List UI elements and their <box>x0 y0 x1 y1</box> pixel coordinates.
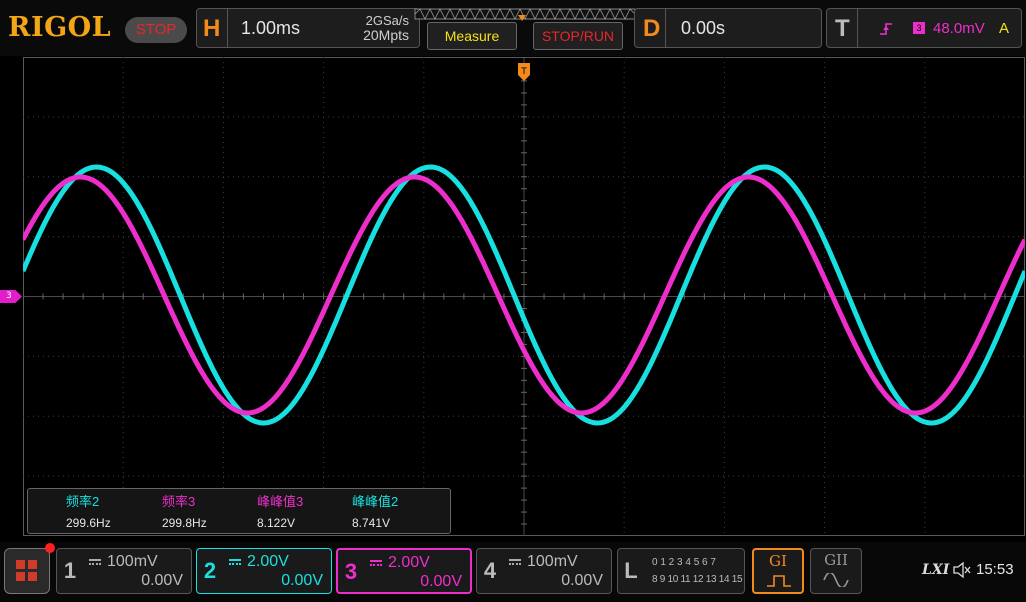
logic-channels-row2: 8 9 10 11 12 13 14 15 <box>652 574 743 585</box>
trigger-source: 3 <box>913 22 925 34</box>
dc-coupling-icon <box>89 559 101 565</box>
lxi-logo: LXI <box>922 562 950 578</box>
measurement-label: 频率3 <box>162 494 196 509</box>
sample-rate: 2GSa/s <box>365 13 409 28</box>
channel2-number: 2 <box>203 558 217 583</box>
horizontal-settings[interactable]: H 1.00ms 2GSa/s 20Mpts <box>196 8 420 48</box>
generator1-label: GI <box>769 552 787 570</box>
measurement-label: 峰峰值3 <box>257 494 304 509</box>
channel2-box[interactable]: 2 2.00V 0.00V <box>196 548 332 594</box>
channel2-offset: 0.00V <box>281 572 323 589</box>
trigger-position-marker[interactable]: T <box>518 63 530 81</box>
dc-coupling-icon <box>509 559 521 565</box>
measurement-item: 峰峰值2 8.741V <box>352 493 447 533</box>
measurement-panel: 频率2 299.6Hz 频率3 299.8Hz 峰峰值3 8.122V 峰峰值2… <box>27 488 451 534</box>
channel3-offset-marker[interactable]: 3 <box>0 290 22 303</box>
logic-letter: L <box>624 558 638 583</box>
channel3-offset: 0.00V <box>420 573 462 590</box>
square-wave-icon <box>767 575 791 587</box>
main-menu-button[interactable] <box>4 543 55 594</box>
waveform-display[interactable] <box>23 57 1025 536</box>
speaker-muted-icon[interactable] <box>953 562 971 578</box>
trigger-level: 48.0mV <box>933 20 985 37</box>
channel4-number: 4 <box>483 558 497 583</box>
trigger-settings[interactable]: T 3 48.0mV A <box>826 8 1022 48</box>
channel4-scale: 100mV <box>527 553 578 570</box>
measure-button[interactable]: Measure <box>427 22 517 50</box>
trigger-mode: A <box>999 20 1010 37</box>
rigol-logo: RIGOL <box>8 12 112 43</box>
timebase-value: 1.00ms <box>241 18 301 38</box>
measurement-item: 峰峰值3 8.122V <box>257 493 352 533</box>
measurement-label: 频率2 <box>66 494 100 509</box>
clock-time: 15:53 <box>976 561 1014 578</box>
notification-dot <box>45 543 55 553</box>
generator2-label: GII <box>824 551 848 569</box>
measurement-value: 299.6Hz <box>66 516 111 530</box>
logic-channels-row1: 0 1 2 3 4 5 6 7 <box>652 557 716 568</box>
channel3-number: 3 <box>344 559 358 584</box>
graticule <box>23 57 1025 536</box>
sine-wave-icon <box>823 573 849 587</box>
delay-letter: D <box>643 15 661 42</box>
channel3-box[interactable]: 3 2.00V 0.00V <box>336 548 472 594</box>
menu-grid-icon <box>16 560 37 581</box>
trigger-letter: T <box>835 15 850 42</box>
top-status-bar: RIGOL STOP H 1.00ms 2GSa/s 20Mpts Measur… <box>0 0 1026 56</box>
generator1-button[interactable]: GI <box>752 548 804 594</box>
measurement-label: 峰峰值2 <box>352 494 399 509</box>
dc-coupling-icon <box>370 560 382 566</box>
channel1-scale: 100mV <box>107 553 158 570</box>
generator2-button[interactable]: GII <box>810 548 862 594</box>
svg-text:T: T <box>520 67 527 77</box>
dc-coupling-icon <box>229 559 241 565</box>
channel1-number: 1 <box>63 558 77 583</box>
measurement-value: 8.122V <box>257 516 296 530</box>
measurement-item: 频率3 299.8Hz <box>162 493 257 533</box>
memory-depth: 20Mpts <box>363 27 409 43</box>
logic-analyzer-box[interactable]: L 0 1 2 3 4 5 6 7 8 9 10 11 12 13 14 15 <box>617 548 745 594</box>
channel1-box[interactable]: 1 100mV 0.00V <box>56 548 192 594</box>
measurement-item: 频率2 299.6Hz <box>66 493 161 533</box>
rising-edge-icon <box>880 23 892 35</box>
channel2-scale: 2.00V <box>247 553 289 570</box>
stop-run-button[interactable]: STOP/RUN <box>533 22 623 50</box>
delay-value: 0.00s <box>681 18 726 38</box>
channel3-scale: 2.00V <box>388 554 430 571</box>
channel4-box[interactable]: 4 100mV 0.00V <box>476 548 612 594</box>
channel1-offset: 0.00V <box>141 572 183 589</box>
delay-settings[interactable]: D 0.00s <box>634 8 822 48</box>
run-state-badge[interactable]: STOP <box>125 17 187 43</box>
bottom-channel-bar: 1 100mV 0.00V 2 2.00V 0.00V 3 2.00V 0.00… <box>0 542 1026 602</box>
measurement-value: 299.8Hz <box>162 516 207 530</box>
channel4-offset: 0.00V <box>561 572 603 589</box>
memory-overview-icon <box>414 8 636 21</box>
measurement-value: 8.741V <box>352 516 391 530</box>
horizontal-letter: H <box>203 15 221 42</box>
